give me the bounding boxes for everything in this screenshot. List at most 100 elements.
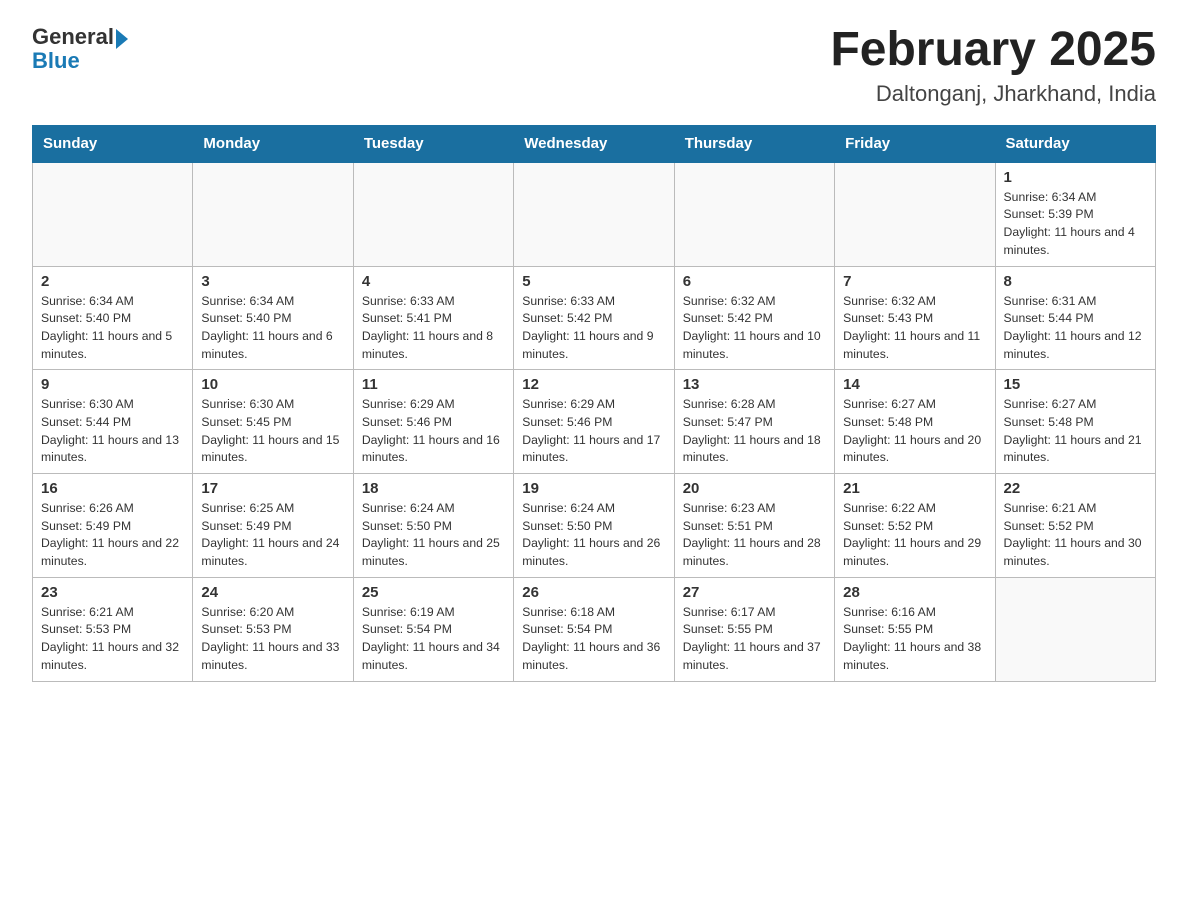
calendar-cell [193,162,353,266]
day-of-week-header: Sunday [33,125,193,162]
day-info: Sunrise: 6:17 AM Sunset: 5:55 PM Dayligh… [683,604,826,675]
day-number: 6 [683,273,826,290]
week-row: 2Sunrise: 6:34 AM Sunset: 5:40 PM Daylig… [33,266,1156,370]
day-info: Sunrise: 6:21 AM Sunset: 5:53 PM Dayligh… [41,604,184,675]
calendar-cell: 3 Sunrise: 6:34 AM Sunset: 5:40 PM Daylig… [193,266,353,370]
day-info: Sunrise: 6:24 AM Sunset: 5:50 PM Dayligh… [522,500,665,571]
day-info: Sunrise: 6:20 AM Sunset: 5:53 PM Dayligh… [201,604,344,675]
day-number: 21 [843,480,986,497]
title-block: February 2025 Daltonganj, Jharkhand, Ind… [830,24,1156,107]
calendar-cell: 13 Sunrise: 6:28 AM Sunset: 5:47 PM Dayli… [674,370,834,474]
calendar-cell: 1 Sunrise: 6:34 AM Sunset: 5:39 PM Daylig… [995,162,1155,266]
logo-general-text: General [32,24,114,50]
day-info: Sunrise: 6:30 AM Sunset: 5:44 PM Dayligh… [41,396,184,467]
day-number: 24 [201,584,344,601]
calendar-cell: 2Sunrise: 6:34 AM Sunset: 5:40 PM Daylig… [33,266,193,370]
day-info: Sunrise: 6:33 AM Sunset: 5:42 PM Dayligh… [522,293,665,364]
day-of-week-header: Saturday [995,125,1155,162]
calendar-cell: 14 Sunrise: 6:27 AM Sunset: 5:48 PM Dayli… [835,370,995,474]
calendar-cell [674,162,834,266]
day-number: 1 [1004,169,1147,186]
day-number: 11 [362,376,505,393]
day-number: 22 [1004,480,1147,497]
day-info: Sunrise: 6:29 AM Sunset: 5:46 PM Dayligh… [522,396,665,467]
page-header: General Blue February 2025 Daltonganj, J… [32,24,1156,107]
day-info: Sunrise: 6:25 AM Sunset: 5:49 PM Dayligh… [201,500,344,571]
day-info: Sunrise: 6:33 AM Sunset: 5:41 PM Dayligh… [362,293,505,364]
day-info: Sunrise: 6:31 AM Sunset: 5:44 PM Dayligh… [1004,293,1147,364]
calendar-cell: 7 Sunrise: 6:32 AM Sunset: 5:43 PM Daylig… [835,266,995,370]
day-number: 23 [41,584,184,601]
day-info: Sunrise: 6:26 AM Sunset: 5:49 PM Dayligh… [41,500,184,571]
day-of-week-header: Tuesday [353,125,513,162]
calendar-cell: 17 Sunrise: 6:25 AM Sunset: 5:49 PM Dayli… [193,474,353,578]
day-number: 27 [683,584,826,601]
day-of-week-header: Monday [193,125,353,162]
day-info: Sunrise: 6:32 AM Sunset: 5:43 PM Dayligh… [843,293,986,364]
calendar-cell: 25 Sunrise: 6:19 AM Sunset: 5:54 PM Dayli… [353,577,513,681]
day-number: 9 [41,376,184,393]
day-info: Sunrise: 6:24 AM Sunset: 5:50 PM Dayligh… [362,500,505,571]
day-number: 5 [522,273,665,290]
logo-arrow-icon [116,29,128,49]
day-number: 28 [843,584,986,601]
calendar-cell: 24 Sunrise: 6:20 AM Sunset: 5:53 PM Dayli… [193,577,353,681]
day-number: 13 [683,376,826,393]
week-row: 1 Sunrise: 6:34 AM Sunset: 5:39 PM Daylig… [33,162,1156,266]
calendar-cell [995,577,1155,681]
calendar-body: 1 Sunrise: 6:34 AM Sunset: 5:39 PM Daylig… [33,162,1156,681]
day-of-week-header: Thursday [674,125,834,162]
day-info: Sunrise: 6:22 AM Sunset: 5:52 PM Dayligh… [843,500,986,571]
calendar-cell: 8 Sunrise: 6:31 AM Sunset: 5:44 PM Daylig… [995,266,1155,370]
day-number: 14 [843,376,986,393]
day-number: 17 [201,480,344,497]
day-number: 3 [201,273,344,290]
calendar-cell: 4 Sunrise: 6:33 AM Sunset: 5:41 PM Daylig… [353,266,513,370]
week-row: 16 Sunrise: 6:26 AM Sunset: 5:49 PM Dayli… [33,474,1156,578]
day-info: Sunrise: 6:29 AM Sunset: 5:46 PM Dayligh… [362,396,505,467]
calendar-subtitle: Daltonganj, Jharkhand, India [830,81,1156,107]
day-of-week-header: Friday [835,125,995,162]
day-info: Sunrise: 6:34 AM Sunset: 5:40 PM Dayligh… [201,293,344,364]
day-info: Sunrise: 6:23 AM Sunset: 5:51 PM Dayligh… [683,500,826,571]
logo: General Blue [32,24,128,74]
day-number: 19 [522,480,665,497]
calendar-table: SundayMondayTuesdayWednesdayThursdayFrid… [32,125,1156,682]
day-info: Sunrise: 6:27 AM Sunset: 5:48 PM Dayligh… [1004,396,1147,467]
calendar-cell: 15Sunrise: 6:27 AM Sunset: 5:48 PM Dayli… [995,370,1155,474]
day-info: Sunrise: 6:27 AM Sunset: 5:48 PM Dayligh… [843,396,986,467]
calendar-cell: 5 Sunrise: 6:33 AM Sunset: 5:42 PM Daylig… [514,266,674,370]
day-info: Sunrise: 6:34 AM Sunset: 5:39 PM Dayligh… [1004,189,1147,260]
calendar-cell: 20Sunrise: 6:23 AM Sunset: 5:51 PM Dayli… [674,474,834,578]
day-number: 7 [843,273,986,290]
calendar-cell: 28 Sunrise: 6:16 AM Sunset: 5:55 PM Dayli… [835,577,995,681]
day-info: Sunrise: 6:21 AM Sunset: 5:52 PM Dayligh… [1004,500,1147,571]
day-number: 4 [362,273,505,290]
day-number: 8 [1004,273,1147,290]
calendar-cell: 19 Sunrise: 6:24 AM Sunset: 5:50 PM Dayli… [514,474,674,578]
week-row: 23 Sunrise: 6:21 AM Sunset: 5:53 PM Dayli… [33,577,1156,681]
calendar-cell: 12 Sunrise: 6:29 AM Sunset: 5:46 PM Dayli… [514,370,674,474]
day-info: Sunrise: 6:19 AM Sunset: 5:54 PM Dayligh… [362,604,505,675]
day-number: 25 [362,584,505,601]
day-number: 12 [522,376,665,393]
calendar-cell: 10Sunrise: 6:30 AM Sunset: 5:45 PM Dayli… [193,370,353,474]
day-number: 26 [522,584,665,601]
calendar-header: SundayMondayTuesdayWednesdayThursdayFrid… [33,125,1156,162]
day-number: 10 [201,376,344,393]
day-info: Sunrise: 6:32 AM Sunset: 5:42 PM Dayligh… [683,293,826,364]
day-info: Sunrise: 6:28 AM Sunset: 5:47 PM Dayligh… [683,396,826,467]
day-info: Sunrise: 6:16 AM Sunset: 5:55 PM Dayligh… [843,604,986,675]
calendar-cell [514,162,674,266]
calendar-cell [835,162,995,266]
calendar-cell: 21 Sunrise: 6:22 AM Sunset: 5:52 PM Dayli… [835,474,995,578]
days-of-week-row: SundayMondayTuesdayWednesdayThursdayFrid… [33,125,1156,162]
logo-blue-text: Blue [32,48,80,74]
day-number: 16 [41,480,184,497]
calendar-cell: 23 Sunrise: 6:21 AM Sunset: 5:53 PM Dayli… [33,577,193,681]
day-number: 18 [362,480,505,497]
calendar-cell: 26Sunrise: 6:18 AM Sunset: 5:54 PM Dayli… [514,577,674,681]
calendar-cell: 9 Sunrise: 6:30 AM Sunset: 5:44 PM Daylig… [33,370,193,474]
calendar-cell [353,162,513,266]
week-row: 9 Sunrise: 6:30 AM Sunset: 5:44 PM Daylig… [33,370,1156,474]
